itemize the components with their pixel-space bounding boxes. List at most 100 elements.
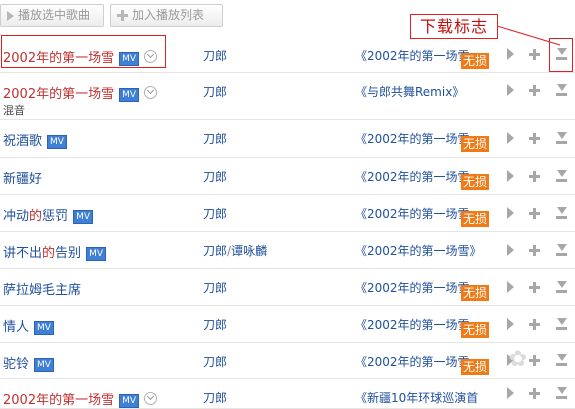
artist-link[interactable]: 刀郎	[203, 132, 227, 146]
song-title-part: 冲动	[3, 209, 30, 224]
add-to-playlist-button[interactable]: 加入播放列表	[110, 4, 223, 27]
expand-versions-icon[interactable]	[144, 86, 158, 99]
play-icon[interactable]	[507, 48, 514, 60]
artist-link[interactable]: 刀郎	[203, 244, 227, 258]
artist-cell: 刀郎/谭咏麟	[203, 242, 267, 259]
song-title-part: 讲不出	[3, 246, 43, 261]
lossless-badge: 无损	[461, 53, 490, 69]
mv-icon[interactable]: MV	[86, 247, 107, 261]
play-icon[interactable]	[507, 84, 514, 96]
song-title-link[interactable]: 情人 MV	[3, 316, 55, 335]
artist-link[interactable]: 刀郎	[203, 355, 227, 369]
song-row: 新疆好 刀郎 《2002年的第一场雪 无损	[0, 157, 575, 195]
add-icon[interactable]	[529, 49, 540, 60]
add-icon[interactable]	[529, 319, 540, 330]
song-title-link[interactable]: 驼铃 MV	[3, 353, 55, 372]
album-link[interactable]: 《新疆10年环球巡演首	[355, 389, 478, 406]
song-title-link[interactable]: 新疆好	[3, 168, 42, 187]
mv-icon[interactable]: MV	[34, 321, 55, 335]
artist-link[interactable]: 刀郎	[203, 170, 227, 184]
download-icon[interactable]	[556, 244, 567, 256]
add-icon[interactable]	[529, 245, 540, 256]
song-title-link[interactable]: 祝酒歌 MV	[3, 130, 68, 149]
song-row: 2002年的第一场雪 MV 混音 刀郎 《与郎共舞Remix》	[0, 72, 575, 120]
play-selected-button[interactable]: 播放选中歌曲	[0, 4, 104, 27]
play-icon[interactable]	[507, 132, 514, 144]
artist-link[interactable]: 刀郎	[203, 207, 227, 221]
add-icon[interactable]	[529, 208, 540, 219]
add-icon[interactable]	[529, 85, 540, 96]
artist-cell: 刀郎	[203, 130, 227, 147]
artist-cell: 刀郎	[203, 168, 227, 185]
mv-icon[interactable]: MV	[119, 88, 140, 102]
artist-cell: 刀郎	[203, 353, 227, 370]
song-title-part: 惩罚	[42, 209, 69, 224]
add-icon[interactable]	[529, 171, 540, 182]
song-title-link[interactable]: 萨拉姆毛主席	[3, 279, 81, 298]
artist-cell: 刀郎	[203, 83, 227, 100]
play-selected-label: 播放选中歌曲	[18, 8, 91, 22]
download-callout: 下载标志	[410, 14, 498, 39]
download-icon[interactable]	[556, 170, 567, 182]
title-highlight-box	[1, 35, 166, 68]
download-icon[interactable]	[556, 132, 567, 144]
artist-link[interactable]: 刀郎	[203, 85, 227, 99]
download-icon[interactable]	[556, 207, 567, 219]
download-icon[interactable]	[556, 281, 567, 293]
song-row: 萨拉姆毛主席 刀郎 《2002年的第一场雪 无损	[0, 268, 575, 306]
album-link[interactable]: 《2002年的第一场雪》	[355, 242, 482, 259]
lossless-badge: 无损	[461, 174, 490, 190]
artist-cell: 刀郎	[203, 389, 227, 406]
play-icon[interactable]	[507, 207, 514, 219]
play-icon	[7, 10, 14, 21]
artist-link[interactable]: 刀郎	[203, 391, 227, 405]
plus-icon	[117, 10, 128, 21]
album-link[interactable]: 《与郎共舞Remix》	[355, 83, 464, 100]
play-icon[interactable]	[507, 170, 514, 182]
artist-link[interactable]: 刀郎	[203, 49, 227, 63]
play-icon[interactable]	[507, 281, 514, 293]
artist-cell: 刀郎	[203, 47, 227, 64]
artist-cell: 刀郎	[203, 205, 227, 222]
song-row: 祝酒歌 MV 刀郎 《2002年的第一场雪 无损	[0, 119, 575, 158]
song-title-text: 祝酒歌	[3, 134, 43, 149]
watermark: ✿	[508, 347, 528, 372]
album-link[interactable]: 《2002年的第一场雪	[355, 130, 470, 147]
song-note: 混音	[3, 104, 25, 117]
artist-link[interactable]: 刀郎	[203, 318, 227, 332]
expand-versions-icon[interactable]	[144, 392, 158, 405]
album-link[interactable]: 《2002年的第一场雪	[355, 168, 470, 185]
mv-icon[interactable]: MV	[47, 135, 68, 149]
artist-link[interactable]: 刀郎	[203, 281, 227, 295]
lossless-badge: 无损	[461, 285, 490, 301]
song-title-text: 情人	[3, 320, 30, 335]
song-title-link[interactable]: 2002年的第一场雪 MV	[3, 83, 158, 102]
song-title-text: 驼铃	[3, 357, 30, 372]
download-icon[interactable]	[556, 84, 567, 96]
album-link[interactable]: 《2002年的第一场雪	[355, 316, 470, 333]
add-icon[interactable]	[529, 282, 540, 293]
play-icon[interactable]	[507, 244, 514, 256]
song-title-link[interactable]: 冲动的惩罚 MV	[3, 205, 94, 224]
song-title-text: 萨拉姆毛主席	[3, 283, 82, 298]
lossless-badge: 无损	[461, 211, 490, 227]
mv-icon[interactable]: MV	[34, 358, 55, 372]
add-to-playlist-label: 加入播放列表	[132, 8, 205, 22]
song-title-text: 2002年的第一场雪	[3, 393, 115, 408]
song-title-part: 告别	[55, 246, 82, 261]
artist-link[interactable]: 谭咏麟	[231, 244, 267, 258]
album-link[interactable]: 《2002年的第一场雪	[355, 47, 470, 64]
song-title-link[interactable]: 2002年的第一场雪 MV	[3, 389, 158, 408]
album-link[interactable]: 《2002年的第一场雪	[355, 353, 470, 370]
album-link[interactable]: 《2002年的第一场雪	[355, 205, 470, 222]
add-icon[interactable]	[529, 133, 540, 144]
song-title-part: 的	[42, 246, 56, 261]
song-title-text: 2002年的第一场雪	[3, 87, 115, 102]
download-icon[interactable]	[556, 318, 567, 330]
download-highlight-box	[549, 38, 573, 72]
song-title-link[interactable]: 讲不出的告别 MV	[3, 242, 107, 261]
album-link[interactable]: 《2002年的第一场雪	[355, 279, 470, 296]
mv-icon[interactable]: MV	[73, 210, 94, 224]
play-icon[interactable]	[507, 318, 514, 330]
mv-icon[interactable]: MV	[119, 394, 140, 408]
